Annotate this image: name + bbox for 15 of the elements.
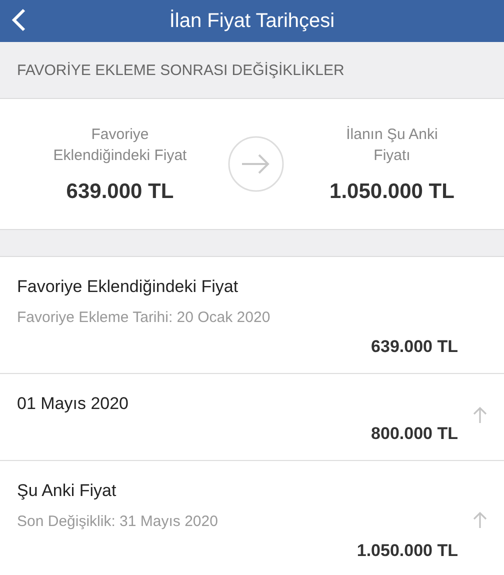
price-value: 1.050.000 TL bbox=[330, 180, 454, 204]
row-subtitle: Favoriye Ekleme Tarihi: 20 Ocak 2020 bbox=[17, 309, 272, 326]
row-title: Favoriye Eklendiğindeki Fiyat bbox=[17, 277, 240, 297]
back-icon[interactable] bbox=[12, 8, 26, 32]
price-label: İlanın Şu Anki Fiyatı bbox=[345, 125, 439, 166]
screen-title: İlan Fiyat Tarihçesi bbox=[169, 10, 335, 32]
row-price: 1.050.000 TL bbox=[356, 541, 458, 561]
price-value: 639.000 TL bbox=[66, 180, 174, 204]
price-label: Favoriye Eklendiğindeki Fiyat bbox=[52, 125, 188, 166]
row-title: 01 Mayıs 2020 bbox=[17, 394, 130, 414]
row-price: 800.000 TL bbox=[371, 424, 458, 444]
row-price: 639.000 TL bbox=[371, 337, 458, 357]
row-title: Şu Anki Fiyat bbox=[17, 481, 118, 501]
section-title: FAVORİYE EKLEME SONRASI DEĞİŞİKLİKLER bbox=[17, 62, 344, 78]
row-subtitle: Son Değişiklik: 31 Mayıs 2020 bbox=[17, 513, 219, 530]
